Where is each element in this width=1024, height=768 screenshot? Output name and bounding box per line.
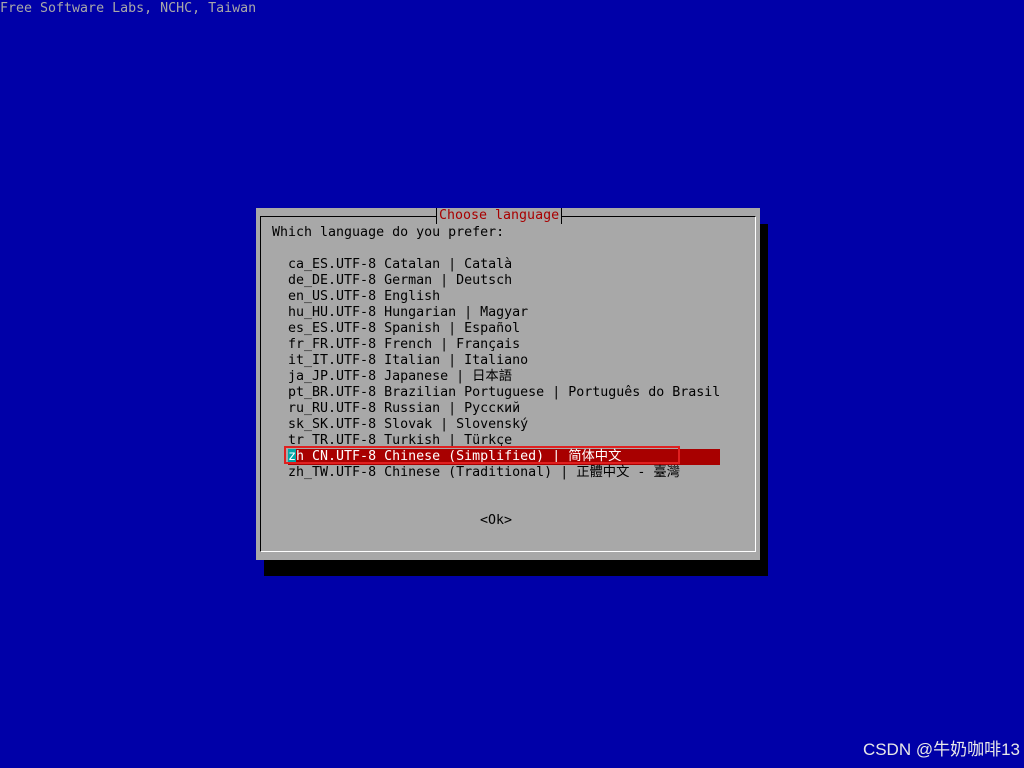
option-label: a_JP.UTF-8 Japanese | 日本語	[296, 369, 513, 384]
language-option-de-de[interactable]: de_DE.UTF-8 German | Deutsch	[288, 273, 720, 289]
language-option-hu-hu[interactable]: hu_HU.UTF-8 Hungarian | Magyar	[288, 305, 720, 321]
language-option-it-it[interactable]: it_IT.UTF-8 Italian | Italiano	[288, 353, 720, 369]
choose-language-dialog: Choose language Which language do you pr…	[256, 208, 760, 560]
backtitle: Free Software Labs, NCHC, Taiwan	[0, 1, 257, 16]
option-hotkey: f	[288, 337, 297, 352]
language-option-es-es[interactable]: es_ES.UTF-8 Spanish | Español	[288, 321, 720, 337]
option-hotkey: t	[288, 433, 297, 448]
option-hotkey: h	[288, 305, 297, 320]
language-option-zh-cn[interactable]: zh_CN.UTF-8 Chinese (Simplified) | 简体中文	[288, 449, 720, 465]
option-hotkey: z	[288, 465, 297, 480]
installer-screen: Free Software Labs, NCHC, Taiwan Choose …	[0, 0, 1024, 768]
dialog-title: Choose language	[436, 208, 563, 224]
option-hotkey: i	[288, 353, 297, 368]
option-label: s_ES.UTF-8 Spanish | Español	[296, 321, 521, 336]
option-label: u_HU.UTF-8 Hungarian | Magyar	[296, 305, 529, 320]
language-option-zh-tw[interactable]: zh_TW.UTF-8 Chinese (Traditional) | 正體中文…	[288, 465, 720, 481]
option-hotkey: z	[288, 449, 297, 464]
option-label: r_FR.UTF-8 French | Français	[296, 337, 521, 352]
option-hotkey: j	[288, 369, 297, 384]
ok-button[interactable]: <Ok>	[480, 513, 512, 529]
option-hotkey: c	[288, 257, 297, 272]
language-option-tr-tr[interactable]: tr_TR.UTF-8 Turkish | Türkçe	[288, 433, 720, 449]
option-hotkey: d	[288, 273, 297, 288]
language-option-en-us[interactable]: en_US.UTF-8 English	[288, 289, 720, 305]
option-label: u_RU.UTF-8 Russian | Русский	[296, 401, 521, 416]
option-label: h_TW.UTF-8 Chinese (Traditional) | 正體中文 …	[296, 465, 681, 480]
option-hotkey: e	[288, 289, 297, 304]
language-option-fr-fr[interactable]: fr_FR.UTF-8 French | Français	[288, 337, 720, 353]
language-option-ca-es[interactable]: ca_ES.UTF-8 Catalan | Català	[288, 257, 720, 273]
option-label: a_ES.UTF-8 Catalan | Català	[296, 257, 513, 272]
language-option-ja-jp[interactable]: ja_JP.UTF-8 Japanese | 日本語	[288, 369, 720, 385]
option-label: r_TR.UTF-8 Turkish | Türkçe	[296, 433, 513, 448]
option-label: e_DE.UTF-8 German | Deutsch	[296, 273, 513, 288]
watermark: CSDN @牛奶咖啡13	[862, 740, 1020, 759]
option-label: h_CN.UTF-8 Chinese (Simplified) | 简体中文	[296, 449, 622, 464]
option-label: t_IT.UTF-8 Italian | Italiano	[296, 353, 529, 368]
option-hotkey: e	[288, 321, 297, 336]
option-label: n_US.UTF-8 English	[296, 289, 441, 304]
option-label: k_SK.UTF-8 Slovak | Slovenský	[296, 417, 529, 432]
option-hotkey: s	[288, 417, 297, 432]
option-hotkey: p	[288, 385, 297, 400]
option-hotkey: r	[288, 401, 297, 416]
language-option-ru-ru[interactable]: ru_RU.UTF-8 Russian | Русский	[288, 401, 720, 417]
language-list[interactable]: ca_ES.UTF-8 Catalan | Català de_DE.UTF-8 …	[288, 257, 720, 481]
option-label: t_BR.UTF-8 Brazilian Portuguese | Portug…	[296, 385, 721, 400]
dialog-prompt: Which language do you prefer:	[272, 225, 505, 240]
language-option-pt-br[interactable]: pt_BR.UTF-8 Brazilian Portuguese | Portu…	[288, 385, 720, 401]
language-option-sk-sk[interactable]: sk_SK.UTF-8 Slovak | Slovenský	[288, 417, 720, 433]
